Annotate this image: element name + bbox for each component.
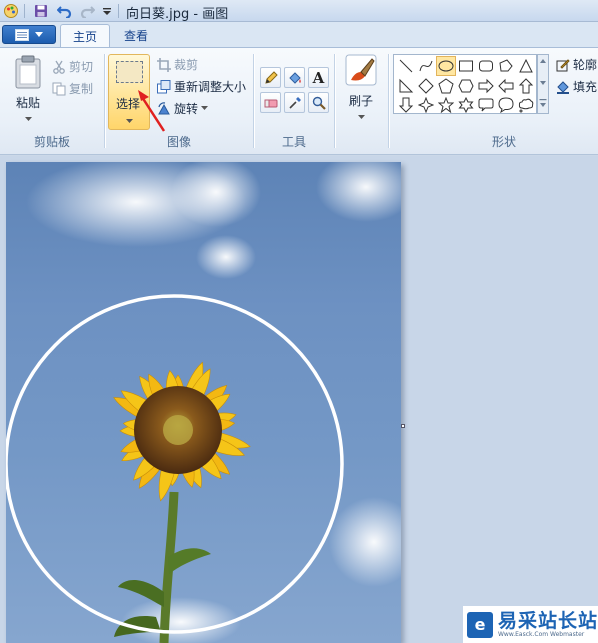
crop-button[interactable]: 裁剪 — [157, 56, 198, 73]
pencil-icon[interactable] — [260, 67, 281, 88]
crop-icon — [157, 57, 171, 72]
resize-label: 重新调整大小 — [174, 80, 247, 94]
brush-label: 刷子 — [348, 94, 373, 108]
copy-button[interactable]: 复制 — [52, 80, 93, 97]
file-menu-button[interactable] — [2, 25, 56, 44]
shape-triangle-icon[interactable] — [516, 56, 536, 76]
fill-label: 填充 — [573, 80, 598, 94]
paint-app-icon[interactable] — [3, 3, 19, 19]
shape-four-point-star-icon[interactable] — [416, 95, 436, 115]
sunflower-photo — [6, 162, 401, 643]
shape-diamond-icon[interactable] — [416, 76, 436, 96]
shape-up-arrow-icon[interactable] — [516, 76, 536, 96]
paste-icon — [15, 55, 41, 89]
shape-oval-callout-icon[interactable] — [496, 95, 516, 115]
outline-icon — [556, 58, 570, 71]
shape-oval-icon[interactable] — [436, 56, 456, 76]
divider — [118, 4, 119, 18]
watermark-subtext: Www.Easck.Com Webmaster — [498, 630, 585, 638]
rotate-button[interactable]: 旋转 — [157, 100, 209, 117]
file-menu-icon — [15, 28, 29, 41]
ribbon-tab-row: 主页 查看 — [0, 22, 598, 48]
shape-rectangle-icon[interactable] — [456, 56, 476, 76]
eraser-icon[interactable] — [260, 92, 281, 113]
paste-button[interactable]: 粘贴 — [8, 54, 48, 122]
clipboard-group-label: 剪贴板 — [33, 135, 70, 149]
clipboard-group: 粘贴 剪切 复制 剪贴板 — [0, 50, 104, 154]
shape-hexagon-icon[interactable] — [456, 76, 476, 96]
outline-button[interactable]: 轮廓 — [556, 56, 597, 73]
shape-right-arrow-icon[interactable] — [476, 76, 496, 96]
tools-group-label: 工具 — [281, 135, 306, 149]
cut-button[interactable]: 剪切 — [52, 58, 93, 75]
customize-toolbar-icon[interactable] — [98, 3, 116, 19]
shape-polygon-icon[interactable] — [496, 56, 516, 76]
chevron-down-icon — [357, 115, 365, 119]
shape-left-arrow-icon[interactable] — [496, 76, 516, 96]
shapes-gallery-scrollbar[interactable] — [537, 54, 549, 114]
shape-rounded-rectangle-icon[interactable] — [476, 56, 496, 76]
window-title: 向日葵.jpg - 画图 — [126, 7, 229, 22]
watermark-text: 易采站长站 — [498, 609, 598, 632]
undo-icon[interactable] — [56, 3, 74, 19]
chevron-down-icon — [201, 106, 209, 110]
canvas-resize-handle-right[interactable] — [401, 424, 405, 428]
shape-cloud-callout-icon[interactable] — [516, 95, 536, 115]
rotate-icon — [158, 101, 170, 114]
shape-six-point-star-icon[interactable] — [456, 95, 476, 115]
resize-button[interactable]: 重新调整大小 — [157, 78, 246, 95]
ribbon: 粘贴 剪切 复制 剪贴板 图像 选择 裁剪 重新调整大小 旋转 工具 A 刷子 … — [0, 47, 598, 155]
redo-icon[interactable] — [78, 3, 96, 19]
tab-home[interactable]: 主页 — [60, 24, 111, 48]
workspace — [0, 156, 598, 643]
chevron-down-icon — [126, 119, 133, 123]
select-marquee-icon — [116, 61, 143, 83]
copy-label: 复制 — [69, 82, 94, 96]
shape-line-icon[interactable] — [396, 56, 416, 76]
fill-bucket-icon[interactable] — [284, 67, 305, 88]
fill-icon — [557, 80, 569, 94]
shape-down-arrow-icon[interactable] — [396, 95, 416, 115]
image-canvas[interactable] — [6, 162, 401, 643]
divider — [24, 4, 25, 18]
group-divider — [334, 54, 335, 148]
title-bar: 向日葵.jpg - 画图 — [0, 0, 598, 22]
shapes-gallery — [393, 54, 537, 114]
shape-pentagon-icon[interactable] — [436, 76, 456, 96]
tab-view[interactable]: 查看 — [112, 24, 160, 47]
fill-button[interactable]: 填充 — [556, 78, 597, 95]
paste-label: 粘贴 — [15, 96, 40, 110]
watermark-logo: e — [467, 611, 493, 638]
shape-right-triangle-icon[interactable] — [396, 76, 416, 96]
brush-button[interactable]: 刷子 — [341, 54, 381, 120]
rotate-label: 旋转 — [174, 102, 199, 116]
save-icon[interactable] — [32, 3, 50, 19]
chevron-down-icon — [35, 31, 43, 37]
watermark: e 易采站长站 Www.Easck.Com Webmaster — [463, 606, 598, 643]
shape-curve-icon[interactable] — [416, 56, 436, 76]
shape-five-point-star-icon[interactable] — [436, 95, 456, 115]
outline-label: 轮廓 — [573, 58, 598, 72]
brush-icon — [345, 54, 377, 86]
resize-icon — [157, 79, 171, 93]
shape-rounded-callout-icon[interactable] — [476, 95, 496, 115]
color-picker-icon[interactable] — [284, 92, 305, 113]
scissors-icon — [53, 60, 65, 74]
crop-label: 裁剪 — [174, 58, 199, 72]
image-group-label: 图像 — [166, 135, 191, 149]
copy-icon — [52, 82, 66, 95]
cut-label: 剪切 — [69, 60, 94, 74]
chevron-down-icon — [24, 117, 32, 121]
magnifier-icon[interactable] — [308, 92, 329, 113]
shapes-group-label: 形状 — [491, 135, 516, 149]
text-icon[interactable]: A — [308, 67, 329, 88]
